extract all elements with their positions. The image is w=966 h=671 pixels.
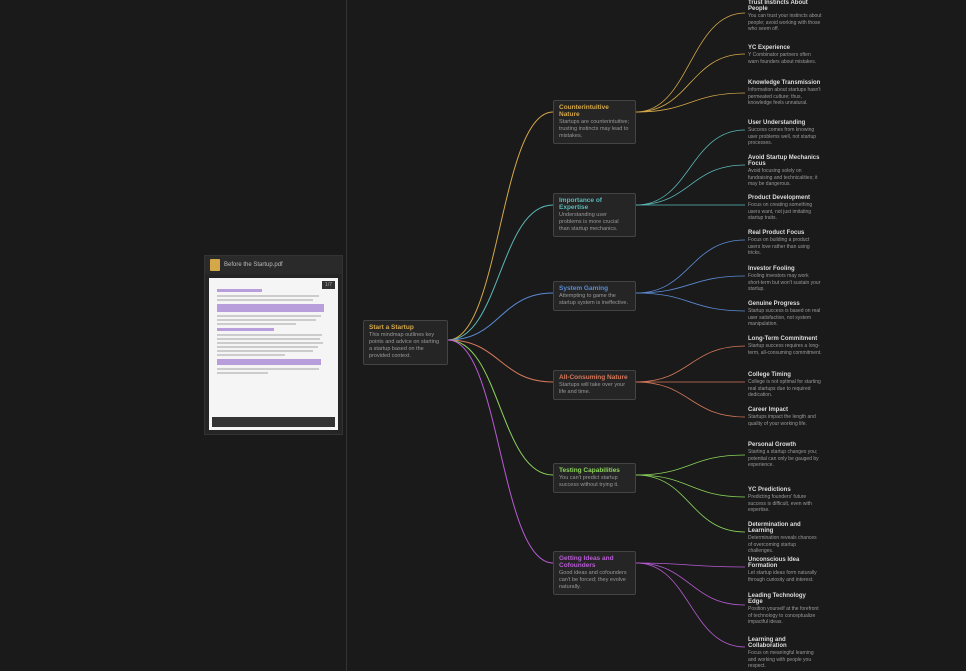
branch-title: Testing Capabilities <box>559 467 630 474</box>
branch-title: Importance of Expertise <box>559 197 630 211</box>
leaf-title: College Timing <box>748 372 822 378</box>
leaf-desc: Startup success is based on real user sa… <box>748 308 822 328</box>
mindmap-leaf-node[interactable]: College Timing College is not optimal fo… <box>745 372 825 399</box>
mindmap-leaf-node[interactable]: YC Experience Y Combinator partners ofte… <box>745 45 825 65</box>
leaf-title: Learning and Collaboration <box>748 637 822 649</box>
leaf-title: Career Impact <box>748 407 822 413</box>
mindmap-branch-node[interactable]: Counterintuitive Nature Startups are cou… <box>553 100 636 144</box>
leaf-title: User Understanding <box>748 120 822 126</box>
leaf-desc: Information about startups hasn't permea… <box>748 87 822 107</box>
mindmap-leaf-node[interactable]: Avoid Startup Mechanics Focus Avoid focu… <box>745 155 825 188</box>
mindmap-branch-node[interactable]: Testing Capabilities You can't predict s… <box>553 463 636 493</box>
leaf-title: Long-Term Commitment <box>748 336 822 342</box>
mindmap-leaf-node[interactable]: Real Product Focus Focus on building a p… <box>745 230 825 257</box>
branch-desc: Startups are counterintuitive; trusting … <box>559 119 630 140</box>
mindmap-leaf-node[interactable]: Leading Technology Edge Position yoursel… <box>745 593 825 626</box>
mindmap-leaf-node[interactable]: YC Predictions Predicting founders' futu… <box>745 487 825 514</box>
mindmap-leaf-node[interactable]: Determination and Learning Determination… <box>745 522 825 555</box>
pdf-preview-thumbnail[interactable]: 1/7 <box>209 278 338 430</box>
leaf-desc: Startup success requires a long-term, al… <box>748 343 822 356</box>
leaf-title: Unconscious Idea Formation <box>748 557 822 569</box>
page-badge: 1/7 <box>322 281 335 289</box>
leaf-desc: Position yourself at the forefront of te… <box>748 606 822 626</box>
mindmap-leaf-node[interactable]: User Understanding Success comes from kn… <box>745 120 825 147</box>
pdf-icon <box>210 259 220 271</box>
source-document-header[interactable]: Before the Startup.pdf <box>205 256 342 274</box>
leaf-desc: Success comes from knowing user problems… <box>748 127 822 147</box>
mindmap-leaf-node[interactable]: Genuine Progress Startup success is base… <box>745 301 825 328</box>
branch-desc: Good ideas and cofounders can't be force… <box>559 570 630 591</box>
pdf-toolbar <box>212 417 335 427</box>
source-document-panel: Before the Startup.pdf 1/7 <box>204 255 343 435</box>
leaf-title: Real Product Focus <box>748 230 822 236</box>
leaf-desc: Determination reveals chances of overcom… <box>748 535 822 555</box>
leaf-desc: Avoid focusing solely on fundraising and… <box>748 168 822 188</box>
mindmap-branch-node[interactable]: System Gaming Attempting to game the sta… <box>553 281 636 311</box>
leaf-title: Avoid Startup Mechanics Focus <box>748 155 822 167</box>
mindmap-leaf-node[interactable]: Long-Term Commitment Startup success req… <box>745 336 825 356</box>
branch-title: Counterintuitive Nature <box>559 104 630 118</box>
branch-title: Getting Ideas and Cofounders <box>559 555 630 569</box>
leaf-desc: You can trust your instincts about peopl… <box>748 13 822 33</box>
leaf-desc: Predicting founders' future success is d… <box>748 494 822 514</box>
leaf-title: YC Experience <box>748 45 822 51</box>
leaf-title: YC Predictions <box>748 487 822 493</box>
leaf-desc: Startups impact the length and quality o… <box>748 414 822 427</box>
mindmap-leaf-node[interactable]: Learning and Collaboration Focus on mean… <box>745 637 825 670</box>
leaf-desc: Focus on creating something users want, … <box>748 202 822 222</box>
leaf-desc: Focus on building a product users love r… <box>748 237 822 257</box>
mindmap-branch-node[interactable]: All-Consuming Nature Startups will take … <box>553 370 636 400</box>
mindmap-leaf-node[interactable]: Product Development Focus on creating so… <box>745 195 825 222</box>
root-title: Start a Startup <box>369 324 442 331</box>
leaf-title: Trust Instincts About People <box>748 0 822 12</box>
branch-title: All-Consuming Nature <box>559 374 630 381</box>
leaf-title: Personal Growth <box>748 442 822 448</box>
branch-desc: Attempting to game the startup system is… <box>559 293 630 307</box>
mindmap-leaf-node[interactable]: Investor Fooling Fooling investors may w… <box>745 266 825 293</box>
leaf-desc: Starting a startup changes you; potentia… <box>748 449 822 469</box>
leaf-title: Determination and Learning <box>748 522 822 534</box>
leaf-desc: Focus on meaningful learning and working… <box>748 650 822 670</box>
panel-divider <box>346 0 347 671</box>
leaf-title: Product Development <box>748 195 822 201</box>
leaf-desc: Fooling investors may work short-term bu… <box>748 273 822 293</box>
branch-title: System Gaming <box>559 285 630 292</box>
mindmap-branch-node[interactable]: Getting Ideas and Cofounders Good ideas … <box>553 551 636 595</box>
mindmap-leaf-node[interactable]: Knowledge Transmission Information about… <box>745 80 825 107</box>
root-desc: This mindmap outlines key points and adv… <box>369 332 442 361</box>
leaf-desc: College is not optimal for starting real… <box>748 379 822 399</box>
source-filename: Before the Startup.pdf <box>224 262 283 268</box>
leaf-title: Investor Fooling <box>748 266 822 272</box>
mindmap-branch-node[interactable]: Importance of Expertise Understanding us… <box>553 193 636 237</box>
leaf-desc: Y Combinator partners often warn founder… <box>748 52 822 65</box>
mindmap-leaf-node[interactable]: Personal Growth Starting a startup chang… <box>745 442 825 469</box>
branch-desc: Startups will take over your life and ti… <box>559 382 630 396</box>
leaf-title: Knowledge Transmission <box>748 80 822 86</box>
mindmap-leaf-node[interactable]: Unconscious Idea Formation Let startup i… <box>745 557 825 583</box>
mindmap-leaf-node[interactable]: Trust Instincts About People You can tru… <box>745 0 825 33</box>
leaf-title: Leading Technology Edge <box>748 593 822 605</box>
leaf-desc: Let startup ideas form naturally through… <box>748 570 822 583</box>
leaf-title: Genuine Progress <box>748 301 822 307</box>
mindmap-root-node[interactable]: Start a Startup This mindmap outlines ke… <box>363 320 448 365</box>
branch-desc: You can't predict startup success withou… <box>559 475 630 489</box>
mindmap-leaf-node[interactable]: Career Impact Startups impact the length… <box>745 407 825 427</box>
branch-desc: Understanding user problems is more cruc… <box>559 212 630 233</box>
